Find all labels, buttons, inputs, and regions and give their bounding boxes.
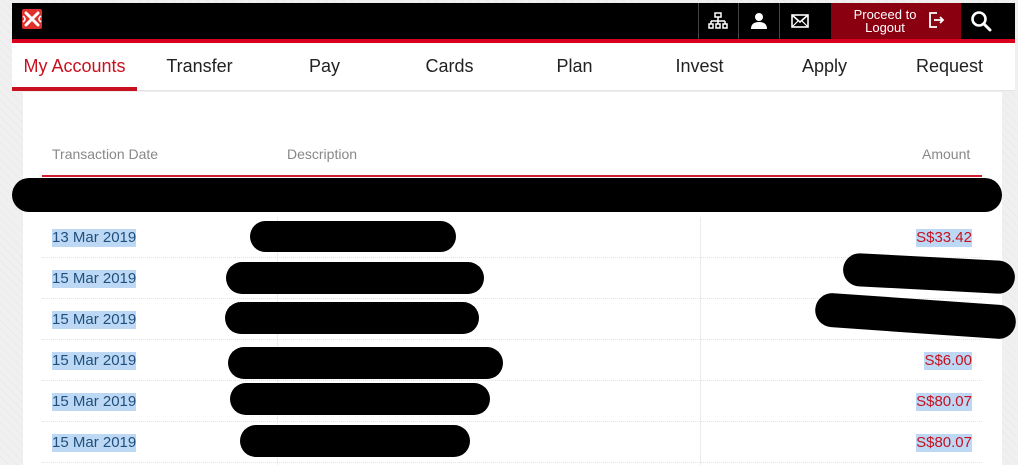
nav-item-label: Apply [801,56,848,76]
redaction-mark [12,178,1002,212]
nav-item-label: Cards [425,56,474,76]
transaction-date: 15 Mar 2019 [52,270,137,288]
nav-item-label: Transfer [166,56,233,76]
header-divider [42,175,982,177]
nav-item-apply[interactable]: Apply [762,43,887,91]
column-header-description[interactable]: Description [287,146,357,162]
nav-item-plan[interactable]: Plan [512,43,637,91]
nav-item-transfer[interactable]: Transfer [137,43,262,91]
nav-item-request[interactable]: Request [887,43,1012,91]
nav-item-cards[interactable]: Cards [387,43,512,91]
table-row[interactable]: 15 Mar 2019 S$80.07 [42,422,982,463]
main-nav: My Accounts Transfer Pay Cards Plan Inve… [12,43,1015,91]
redaction-mark [240,425,470,457]
transaction-date: 15 Mar 2019 [52,311,137,329]
transaction-amount: S$6.00 [924,352,972,370]
transaction-date: 13 Mar 2019 [52,229,137,247]
sitemap-icon[interactable] [698,3,738,39]
nav-item-label: Request [915,56,984,76]
transaction-date: 15 Mar 2019 [52,434,137,452]
logout-button[interactable]: Proceed to Logout [831,3,961,39]
nav-item-label: Plan [556,56,593,76]
transaction-amount: S$80.07 [916,434,972,452]
column-header-date[interactable]: Transaction Date [52,146,158,162]
mail-icon[interactable] [780,3,820,39]
profile-icon[interactable] [739,3,779,39]
active-tab-indicator [12,87,137,91]
redaction-mark [250,221,456,252]
redaction-mark [230,383,490,415]
redaction-mark [226,262,484,294]
logout-icon [928,12,946,30]
redaction-mark [228,347,503,379]
nav-item-label: Pay [308,56,341,76]
transaction-date: 15 Mar 2019 [52,352,137,370]
redaction-mark [225,302,479,334]
table-row[interactable]: 15 Mar 2019 S$80.07 [42,381,982,422]
search-icon[interactable] [961,3,1001,39]
nav-item-my-accounts[interactable]: My Accounts [12,43,137,91]
logout-label: Proceed to Logout [853,7,917,35]
column-header-amount[interactable]: Amount [922,146,970,162]
bank-logo-icon[interactable] [21,8,43,30]
nav-item-pay[interactable]: Pay [262,43,387,91]
nav-item-label: My Accounts [23,56,126,76]
nav-item-invest[interactable]: Invest [637,43,762,91]
transaction-amount: S$33.42 [916,229,972,247]
table-row[interactable]: 13 Mar 2019 S$33.42 [42,217,982,258]
transaction-date: 15 Mar 2019 [52,393,137,411]
transaction-amount: S$80.07 [916,393,972,411]
nav-item-label: Invest [675,56,724,76]
table-row[interactable]: 15 Mar 2019 S$6.00 [42,340,982,381]
